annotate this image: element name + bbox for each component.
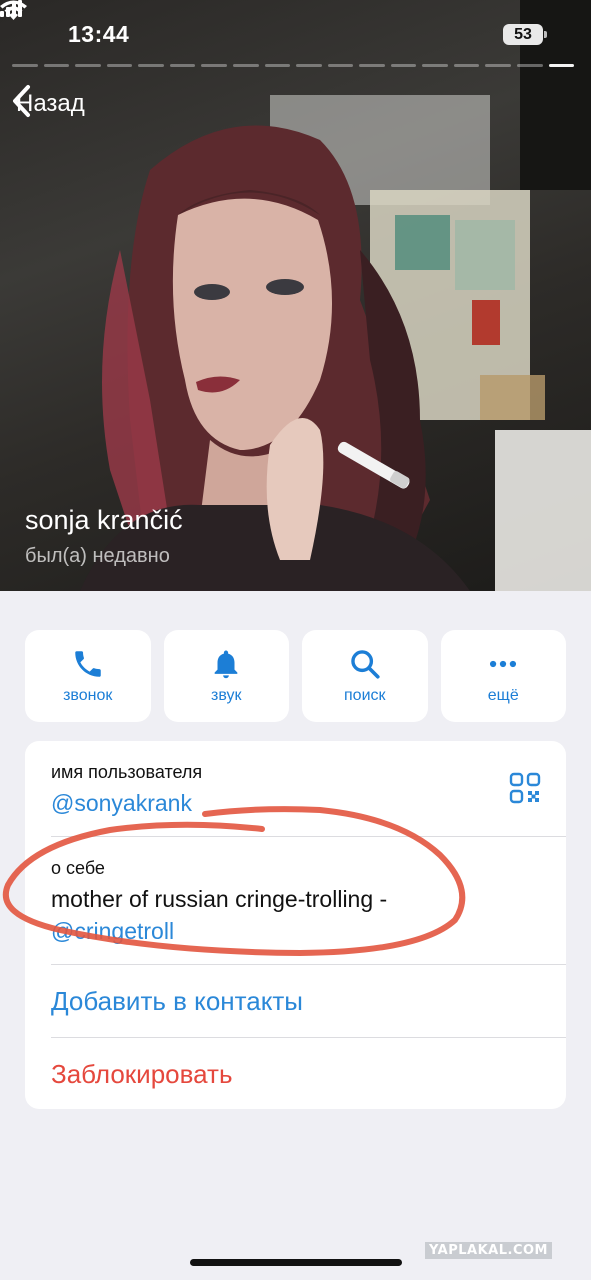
profile-name: sonja krančić <box>25 505 183 535</box>
call-label: звонок <box>63 687 113 704</box>
last-seen-status: был(а) недавно <box>25 545 170 567</box>
home-indicator <box>190 1259 402 1266</box>
about-channel-link[interactable]: @cringetroll <box>51 918 174 945</box>
search-button[interactable]: поиск <box>302 630 428 722</box>
back-button[interactable]: Назад <box>10 84 85 124</box>
about-label: о себе <box>51 858 105 878</box>
search-icon <box>351 650 380 679</box>
sound-button[interactable]: звук <box>163 630 289 722</box>
block-user-button[interactable]: Заблокировать <box>51 1059 233 1090</box>
photo-progress-bar <box>12 64 575 68</box>
wifi-icon <box>0 0 27 20</box>
bell-icon <box>214 650 238 679</box>
divider <box>51 1037 566 1038</box>
username-link[interactable]: @sonyakrank <box>51 790 192 817</box>
watermark: YAPLAKAL.COM <box>425 1242 552 1259</box>
more-icon <box>490 660 517 668</box>
status-time: 13:44 <box>68 21 130 47</box>
profile-actions: звонок звук поиск ещё <box>25 630 566 722</box>
phone-icon <box>75 651 101 677</box>
battery-icon: 53 <box>503 24 547 45</box>
call-button[interactable]: звонок <box>25 630 151 722</box>
status-bar: 13:44 53 <box>0 0 591 62</box>
profile-photo-image <box>80 0 591 591</box>
more-label: ещё <box>487 687 519 704</box>
chevron-left-icon <box>13 85 30 117</box>
more-button[interactable]: ещё <box>440 630 566 722</box>
username-label: имя пользователя <box>51 762 203 782</box>
add-to-contacts-button[interactable]: Добавить в контакты <box>51 986 303 1017</box>
profile-info-card: имя пользователя @sonyakrank о себе moth… <box>25 741 566 1109</box>
profile-photo[interactable]: 13:44 53 Назад sonja krančić был(а) неда… <box>0 0 591 591</box>
divider <box>51 836 566 837</box>
sound-label: звук <box>211 687 242 704</box>
divider <box>51 964 566 965</box>
about-text: mother of russian cringe-trolling - <box>51 886 388 912</box>
search-label: поиск <box>344 687 386 704</box>
qr-code-icon[interactable] <box>509 772 541 804</box>
